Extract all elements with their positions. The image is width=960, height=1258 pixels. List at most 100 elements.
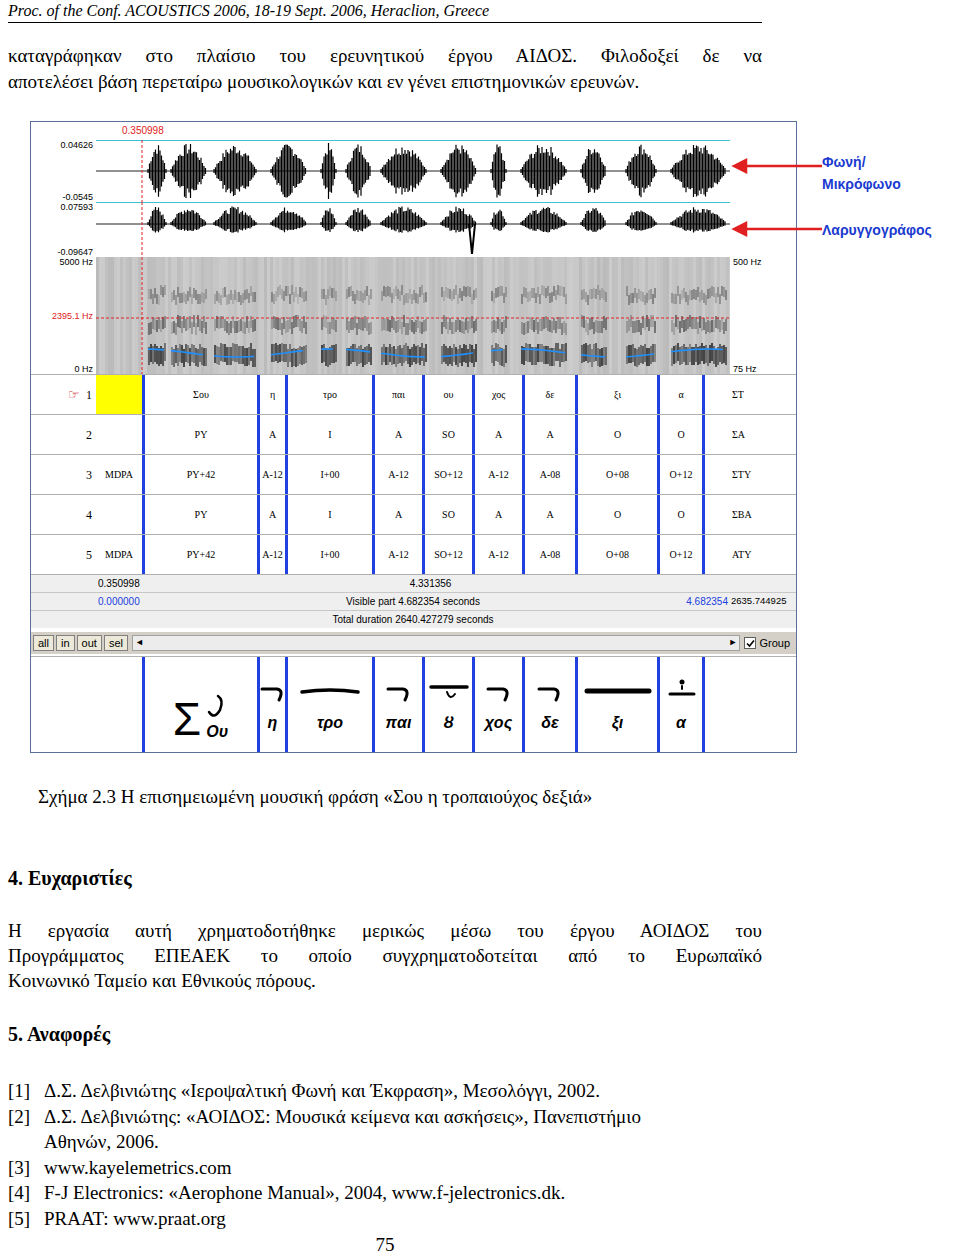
tier-cell[interactable]: A	[257, 415, 285, 454]
tier-cell[interactable]: παι	[372, 375, 422, 414]
tier-cell-text: A-12	[488, 547, 509, 562]
voice-row: 0.04626 -0.0545	[31, 140, 796, 202]
page: Proc. of the Conf. ACOUSTICS 2006, 18-19…	[0, 0, 960, 1255]
reference-item: [3]www.kayelemetrics.com	[8, 1155, 762, 1181]
tier-name: ΑΤΥ	[732, 547, 751, 562]
tier-cell[interactable]: A	[372, 495, 422, 534]
neume-icon	[205, 692, 229, 722]
tier-cell[interactable]: SO+12	[422, 535, 472, 574]
tier-cell[interactable]: χος	[472, 375, 522, 414]
notation-cell: ξι	[575, 657, 657, 752]
tier-cell-text: O+12	[670, 467, 693, 482]
tier-cell[interactable]: PY	[142, 415, 257, 454]
tier-cell[interactable]: PY+42	[142, 535, 257, 574]
scroll-left[interactable]: ◄	[135, 636, 144, 650]
tier-cell[interactable]: η	[257, 375, 285, 414]
tier-row: ☞1ΣουητροπαιουχοςδεξιαΣΤ	[31, 374, 796, 414]
axis-label: 0 Hz	[74, 364, 93, 374]
group-toggle[interactable]: Group	[744, 635, 794, 652]
tier-cell[interactable]: PY	[142, 495, 257, 534]
notation-row: ΣΟυητροπαιȣχοςδεξια	[31, 656, 796, 752]
intro-paragraph: καταγράφηκαν στο πλαίσιο του ερευνητικού…	[8, 43, 762, 95]
tier-cell[interactable]: A-08	[522, 455, 575, 494]
zoom-button[interactable]: all	[33, 635, 54, 651]
tier-cell-text: I	[328, 507, 331, 522]
tier-cell[interactable]: α	[657, 375, 702, 414]
selection-info: 0.3509984.331356	[31, 574, 796, 592]
tier-cell-text: χος	[492, 387, 505, 402]
axis-label: -0.0545	[62, 192, 93, 202]
axis-label: 0.04626	[60, 140, 93, 150]
tier-cell[interactable]: Σου	[142, 375, 257, 414]
tier-cell-text: A	[546, 507, 553, 522]
selection-start: 0.350998	[98, 576, 140, 591]
tier-cell[interactable]: A-12	[257, 455, 285, 494]
tier-cell[interactable]: O	[657, 495, 702, 534]
tier-cell-text: O+12	[670, 547, 693, 562]
tier-lead-cell[interactable]	[96, 495, 142, 534]
tier-cell[interactable]: ου	[422, 375, 472, 414]
tier-cell-text: A-12	[262, 547, 283, 562]
tier-cell[interactable]: I	[285, 495, 372, 534]
tier-cell-text: SO+12	[434, 547, 462, 562]
tier-lead-cell[interactable]: MDPA	[96, 455, 142, 494]
tier-cell[interactable]: O	[575, 415, 657, 454]
tier-lead-cell[interactable]	[96, 415, 142, 454]
scroll-right[interactable]: ►	[729, 636, 738, 650]
tier-cell[interactable]: A-12	[472, 535, 522, 574]
annotation-line: Φωνή/	[822, 151, 901, 173]
tier-cell[interactable]: A-12	[472, 455, 522, 494]
tier-cell[interactable]: ξι	[575, 375, 657, 414]
tier-cell[interactable]: A-12	[372, 535, 422, 574]
tier-cell[interactable]: PY+42	[142, 455, 257, 494]
tier-lead-text: MDPA	[105, 467, 133, 482]
tier-cell[interactable]: O	[575, 495, 657, 534]
tier-cell[interactable]: A-12	[372, 455, 422, 494]
zoom-button[interactable]: sel	[104, 635, 128, 651]
praat-window: 0.3509980.04626-0.05450.07593-0.09647500…	[30, 121, 797, 753]
notation-cell: παι	[372, 657, 422, 752]
notation-cell: ȣ	[422, 657, 472, 752]
tier-lead-cell[interactable]: MDPA	[96, 535, 142, 574]
tier-cell[interactable]: τρο	[285, 375, 372, 414]
tier-cell-text: A	[269, 507, 276, 522]
scrollbar[interactable]: ◄►	[132, 635, 740, 651]
reference-item: [5]PRAAT: www.praat.org	[8, 1206, 762, 1232]
tier-cell[interactable]: A	[472, 415, 522, 454]
tier-cell[interactable]: A	[472, 495, 522, 534]
tier-row: 4PYAIASOAAOOΣΒΑ	[31, 494, 796, 534]
tier-cell-text: A	[495, 507, 502, 522]
tier-cell[interactable]: O+08	[575, 455, 657, 494]
tier-cell[interactable]: O+12	[657, 455, 702, 494]
tier-lead-text: MDPA	[105, 547, 133, 562]
tier-cell[interactable]: SO	[422, 495, 472, 534]
tier-cell[interactable]: I+00	[285, 455, 372, 494]
tier-cell-text: I	[328, 427, 331, 442]
tier-cell[interactable]: A-12	[257, 535, 285, 574]
tier-cell[interactable]: O+12	[657, 535, 702, 574]
neume-icon	[664, 677, 698, 707]
group-checkbox[interactable]	[744, 637, 756, 649]
tier-cell[interactable]: SO	[422, 415, 472, 454]
tier-cell[interactable]: A	[522, 415, 575, 454]
pointer-icon: ☞	[68, 385, 80, 405]
zoom-button[interactable]: in	[56, 635, 75, 651]
page-number: 75	[8, 1235, 762, 1255]
zoom-button[interactable]: out	[77, 635, 102, 651]
tier-cell[interactable]: O+08	[575, 535, 657, 574]
tier-cell[interactable]: I+00	[285, 535, 372, 574]
tier-cell[interactable]: δε	[522, 375, 575, 414]
total-info: Total duration 2640.427279 seconds	[31, 610, 796, 628]
tier-cell[interactable]: I	[285, 415, 372, 454]
tier-lead-cell[interactable]	[96, 375, 142, 414]
tier-cell[interactable]: SO+12	[422, 455, 472, 494]
tier-cell[interactable]: A	[372, 415, 422, 454]
tier-cell[interactable]: A	[522, 495, 575, 534]
syllable: παι	[386, 713, 412, 733]
tier-cell[interactable]: A-08	[522, 535, 575, 574]
tier-cell[interactable]: A	[257, 495, 285, 534]
tier-cell-text: O+08	[606, 547, 629, 562]
voice-waveform	[96, 140, 730, 202]
tier-cell[interactable]: O	[657, 415, 702, 454]
neume-icon	[583, 677, 653, 707]
